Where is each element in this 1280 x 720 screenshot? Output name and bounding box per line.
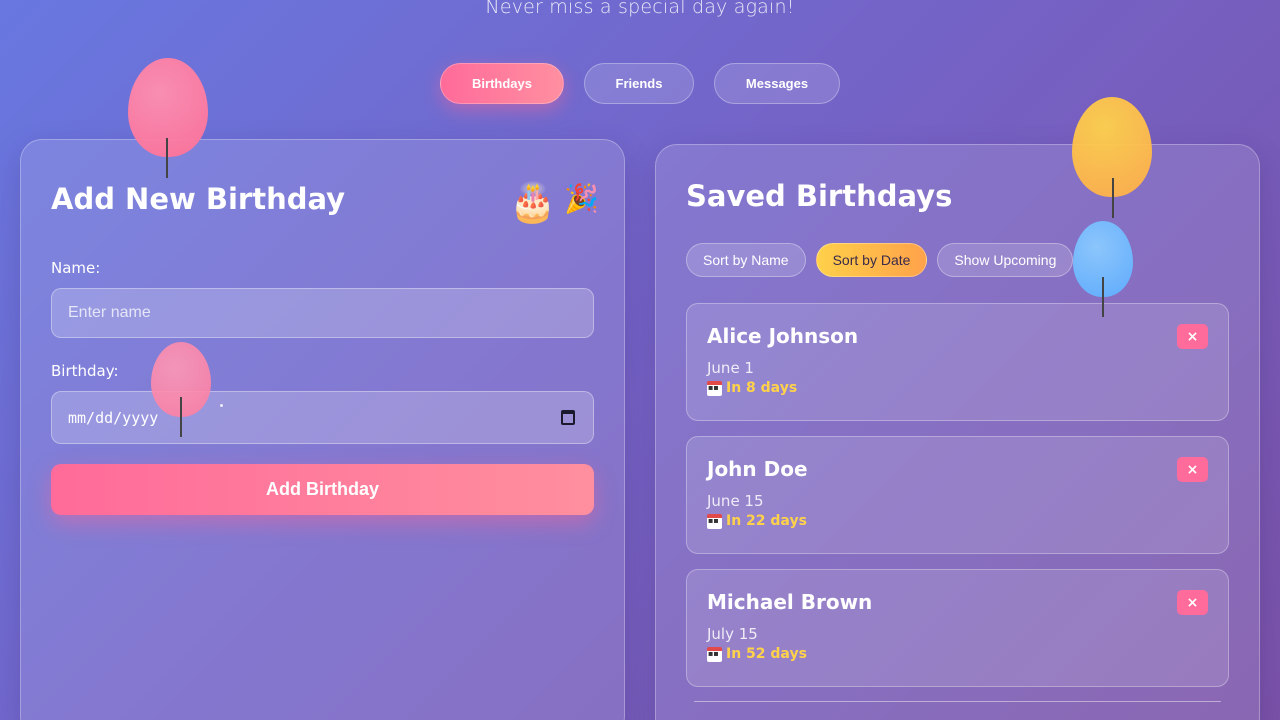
show-upcoming-button[interactable]: Show Upcoming bbox=[937, 243, 1074, 277]
balloon-string bbox=[180, 397, 182, 437]
countdown-text: In 8 days bbox=[726, 380, 798, 396]
balloon-string bbox=[166, 138, 168, 178]
delete-birthday-button[interactable]: × bbox=[1177, 457, 1208, 482]
birthday-date: June 15 bbox=[707, 492, 764, 510]
birthday-date: June 1 bbox=[707, 359, 754, 377]
birthday-date: July 15 bbox=[707, 625, 758, 643]
add-birthday-title: Add New Birthday bbox=[51, 182, 346, 216]
birthday-name: John Doe bbox=[707, 457, 808, 481]
pink-balloon-icon bbox=[128, 58, 208, 157]
birthday-card: Alice Johnson June 1 In 8 days × bbox=[686, 303, 1229, 421]
name-input[interactable] bbox=[51, 288, 594, 338]
saved-birthdays-panel: Saved Birthdays Sort by Name Sort by Dat… bbox=[655, 144, 1260, 720]
add-birthday-panel: Add New Birthday 🎂 🎉 Name: Birthday: mm/… bbox=[20, 139, 625, 720]
countdown-text: In 52 days bbox=[726, 646, 807, 662]
birthday-card: John Doe June 15 In 22 days × bbox=[686, 436, 1229, 554]
birthday-name: Alice Johnson bbox=[707, 324, 859, 348]
date-placeholder: mm/dd/yyyy bbox=[68, 408, 159, 427]
calendar-icon bbox=[707, 380, 722, 396]
birthday-countdown: In 52 days bbox=[707, 646, 807, 662]
tagline: Never miss a special day again! bbox=[485, 0, 795, 18]
name-label: Name: bbox=[51, 259, 101, 277]
party-popper-icon: 🎉 bbox=[564, 182, 599, 215]
countdown-text: In 22 days bbox=[726, 513, 807, 529]
birthday-cake-icon: 🎂 bbox=[509, 180, 557, 224]
sparkle-icon bbox=[220, 404, 223, 407]
calendar-icon bbox=[707, 646, 722, 662]
saved-birthdays-title: Saved Birthdays bbox=[686, 179, 953, 213]
tab-birthdays[interactable]: Birthdays bbox=[440, 63, 564, 104]
birthday-countdown: In 8 days bbox=[707, 380, 797, 396]
balloon-string bbox=[1112, 178, 1114, 218]
tab-friends[interactable]: Friends bbox=[584, 63, 694, 104]
delete-birthday-button[interactable]: × bbox=[1177, 590, 1208, 615]
balloon-string bbox=[1102, 277, 1104, 317]
birthday-name: Michael Brown bbox=[707, 590, 873, 614]
birthday-label: Birthday: bbox=[51, 362, 119, 380]
calendar-icon[interactable] bbox=[561, 410, 575, 425]
list-divider bbox=[694, 701, 1221, 702]
delete-birthday-button[interactable]: × bbox=[1177, 324, 1208, 349]
add-birthday-button[interactable]: Add Birthday bbox=[51, 464, 594, 515]
calendar-icon bbox=[707, 513, 722, 529]
sort-by-date-button[interactable]: Sort by Date bbox=[815, 243, 928, 277]
birthday-date-input[interactable]: mm/dd/yyyy bbox=[51, 391, 594, 444]
sort-by-name-button[interactable]: Sort by Name bbox=[686, 243, 806, 277]
sort-bar: Sort by Name Sort by Date Show Upcoming bbox=[686, 243, 1074, 277]
birthday-card: Michael Brown July 15 In 52 days × bbox=[686, 569, 1229, 687]
birthday-countdown: In 22 days bbox=[707, 513, 807, 529]
tab-messages[interactable]: Messages bbox=[714, 63, 840, 104]
